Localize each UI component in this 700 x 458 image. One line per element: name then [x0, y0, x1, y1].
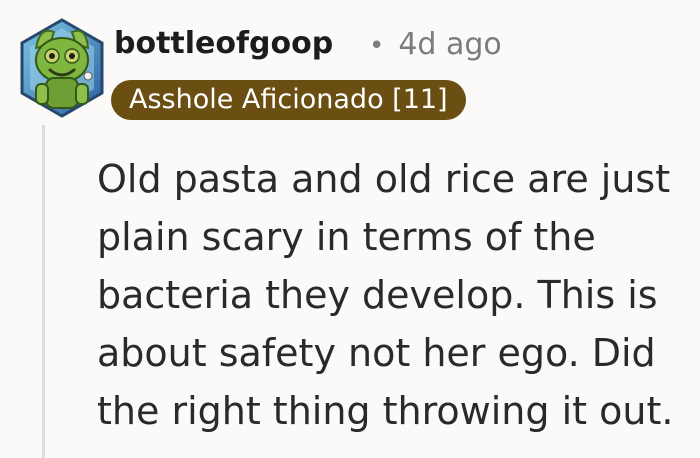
goblin-creature-avatar-icon [20, 18, 104, 118]
comment-body: Old pasta and old rice are just plain sc… [97, 150, 692, 440]
user-flair-badge[interactable]: Asshole Aficionado [11] [111, 80, 466, 120]
avatar[interactable] [16, 14, 108, 122]
thread-collapse-line[interactable] [42, 125, 45, 458]
username-link[interactable]: bottleofgoop [114, 26, 333, 62]
separator-dot: • [369, 31, 385, 61]
comment-meta: • 4d ago [369, 27, 502, 64]
comment-body-text: Old pasta and old rice are just plain sc… [97, 157, 674, 433]
timestamp[interactable]: 4d ago [398, 27, 501, 62]
comment: bottleofgoop • 4d ago Asshole Aficionado … [0, 0, 700, 458]
